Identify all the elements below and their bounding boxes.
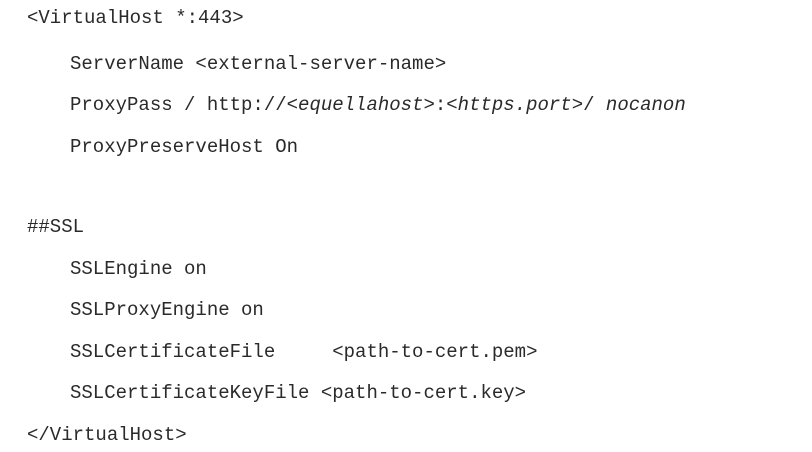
config-code-block: <VirtualHost *:443> ServerName <external… (0, 0, 812, 452)
proxy-pass-host: <equellahost> (286, 94, 435, 116)
ssl-comment-line: ##SSL (27, 216, 85, 238)
proxy-pass-port: <https.port> (446, 94, 584, 116)
virtualhost-close-tag: </VirtualHost> (27, 424, 187, 446)
ssl-engine-line: SSLEngine on (70, 258, 207, 280)
virtualhost-open-tag: <VirtualHost *:443> (27, 7, 244, 29)
proxy-pass-flag: nocanon (605, 94, 686, 116)
proxy-pass-prefix: ProxyPass / http:// (70, 94, 287, 116)
ssl-certificate-key-file-line: SSLCertificateKeyFile <path-to-cert.key> (70, 382, 527, 404)
proxy-pass-line: ProxyPass / http://<equellahost>:<https.… (70, 93, 686, 117)
server-name-line: ServerName <external-server-name> (70, 53, 447, 75)
ssl-certificate-file-line: SSLCertificateFile <path-to-cert.pem> (70, 341, 538, 363)
ssl-proxy-engine-line: SSLProxyEngine on (70, 299, 264, 321)
proxy-pass-separator: : (434, 94, 447, 116)
proxy-pass-slash: / (583, 94, 606, 116)
proxy-preserve-host-line: ProxyPreserveHost On (70, 136, 299, 158)
